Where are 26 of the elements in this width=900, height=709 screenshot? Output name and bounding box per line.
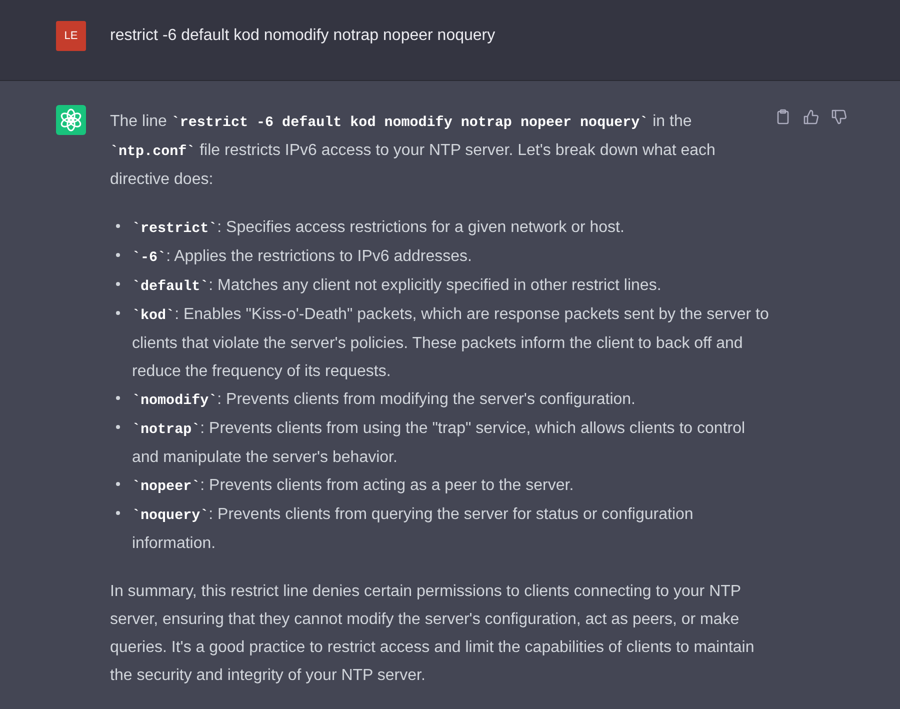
bullet-icon (116, 510, 120, 514)
user-avatar: LE (56, 21, 86, 51)
bullet-icon (116, 424, 120, 428)
bullet-text: `notrap`: Prevents clients from using the "trap" service, which allows clients to control and manipulate the server's behavior. (132, 419, 746, 468)
bullet-icon (116, 396, 120, 400)
assistant-logo-icon (56, 105, 86, 135)
bullet-icon (116, 310, 120, 314)
clipboard-icon (775, 109, 791, 125)
user-message-text: restrict -6 default kod nomodify notrap nopeer noquery (110, 26, 496, 46)
bullet-text: `-6`: Applies the restrictions to IPv6 addresses. (132, 247, 473, 268)
thumbs-up-icon (803, 109, 819, 125)
thumbs-down-button[interactable] (829, 107, 849, 127)
bullet-text: `default`: Matches any client not explicitly specified in other restrict lines. (132, 276, 662, 297)
bullet-text: `nopeer`: Prevents clients from acting as a peer to the server. (132, 476, 575, 497)
bullet-icon (116, 482, 120, 486)
bullet-text: `kod`: Enables "Kiss-o'-Death" packets, which are response packets sent by the server to clients that violate the server's policies. These packets inform the client to back off and reduce the frequency of its requests. (132, 305, 770, 382)
thumbs-up-button[interactable] (801, 107, 821, 127)
bullet-icon (116, 224, 120, 228)
bullet-icon (116, 252, 120, 256)
bullet-text: `noquery`: Prevents clients from querying the server for status or configuration information. (132, 505, 694, 554)
bullet-text: `restrict`: Specifies access restrictions for a given network or host. (132, 218, 626, 239)
summary-paragraph: In summary, this restrict line denies certain permissions to clients connecting to your NTP server, ensuring that they cannot modify the server's configuration, act as peers, or make queries. It's a good practice to restrict access and limit the capabilities of clients to maintain the security and integrity of your NTP server. (110, 582, 756, 686)
bullet-icon (116, 282, 120, 286)
intro-paragraph: The line `restrict -6 default kod nomodify notrap nopeer noquery` in the `ntp.conf` file restricts IPv6 access to your NTP server. Let's break down what each directive does: (110, 112, 716, 190)
thumbs-down-icon (831, 109, 847, 125)
bullet-text: `nomodify`: Prevents clients from modifying the server's configuration. (132, 390, 636, 411)
